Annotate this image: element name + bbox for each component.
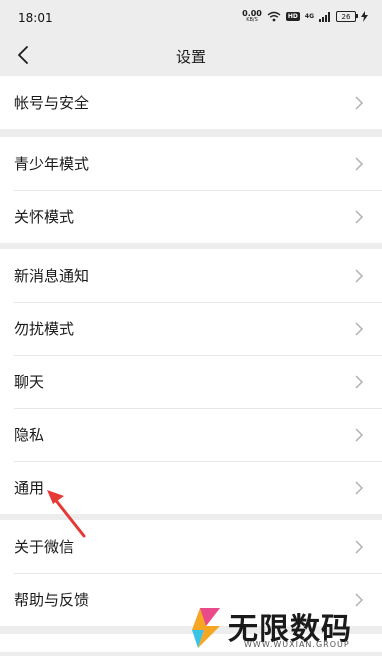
settings-item-label: 青少年模式 xyxy=(14,155,90,173)
status-time: 18:01 xyxy=(18,11,53,25)
nav-bar: 设置 xyxy=(0,38,382,74)
settings-item-label: 隐私 xyxy=(14,426,45,444)
settings-item-general[interactable]: 通用 xyxy=(0,461,382,514)
settings-item-label: 新消息通知 xyxy=(14,267,90,285)
chevron-right-icon xyxy=(355,539,364,554)
settings-group-modes: 青少年模式 关怀模式 xyxy=(0,137,382,243)
battery-icon: 26 xyxy=(336,11,358,22)
settings-item-label: 聊天 xyxy=(14,373,45,391)
settings-item-care-mode[interactable]: 关怀模式 xyxy=(0,190,382,243)
settings-item-label: 关怀模式 xyxy=(14,208,75,226)
chevron-right-icon xyxy=(355,374,364,389)
hd-badge: HD xyxy=(285,12,300,21)
settings-item-teen-mode[interactable]: 青少年模式 xyxy=(0,137,382,190)
network-speed: 0.00 KB/S xyxy=(242,10,262,23)
chevron-right-icon xyxy=(355,480,364,495)
watermark: 无限数码 WWW.WUXIAN.GROUP xyxy=(184,602,382,652)
settings-item-label: 勿扰模式 xyxy=(14,320,75,338)
chevron-right-icon xyxy=(355,95,364,110)
settings-item-label: 帐号与安全 xyxy=(14,94,90,112)
chevron-right-icon xyxy=(355,321,364,336)
settings-group-account: 帐号与安全 xyxy=(0,76,382,129)
charging-icon xyxy=(361,11,368,22)
chevron-right-icon xyxy=(355,209,364,224)
settings-item-account-security[interactable]: 帐号与安全 xyxy=(0,76,382,129)
chevron-right-icon xyxy=(355,156,364,171)
wifi-icon xyxy=(267,11,281,22)
settings-group-main: 新消息通知 勿扰模式 聊天 隐私 通用 xyxy=(0,249,382,514)
network-type: 4G xyxy=(304,13,314,20)
settings-item-do-not-disturb[interactable]: 勿扰模式 xyxy=(0,302,382,355)
network-speed-unit: KB/S xyxy=(246,17,258,23)
settings-item-label: 通用 xyxy=(14,479,45,497)
page-title: 设置 xyxy=(175,48,206,66)
settings-item-label: 关于微信 xyxy=(14,538,75,556)
status-icons: 0.00 KB/S HD 4G 26 xyxy=(242,10,368,23)
settings-item-label: 帮助与反馈 xyxy=(14,591,90,609)
settings-item-privacy[interactable]: 隐私 xyxy=(0,408,382,461)
settings-item-chat[interactable]: 聊天 xyxy=(0,355,382,408)
signal-icon xyxy=(319,11,330,22)
settings-item-new-message-notifications[interactable]: 新消息通知 xyxy=(0,249,382,302)
watermark-url: WWW.WUXIAN.GROUP xyxy=(244,640,350,649)
settings-item-about-wechat[interactable]: 关于微信 xyxy=(0,520,382,573)
chevron-right-icon xyxy=(355,268,364,283)
chevron-right-icon xyxy=(355,427,364,442)
status-bar: 18:01 0.00 KB/S HD 4G 26 xyxy=(0,0,382,38)
